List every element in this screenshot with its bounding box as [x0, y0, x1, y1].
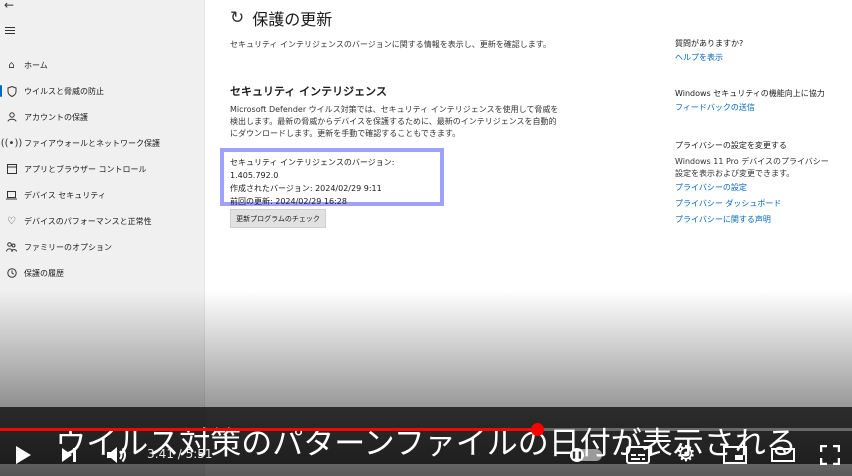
- time-display: 3:41 / 5:51: [147, 447, 213, 461]
- progress-played: [0, 428, 537, 431]
- sidebar-item-virus-protection[interactable]: ウイルスと脅威の防止: [0, 78, 205, 104]
- miniplayer-icon[interactable]: [723, 444, 747, 466]
- subtitles-icon[interactable]: [626, 444, 650, 466]
- heart-icon: ♡: [7, 215, 16, 227]
- sidebar-item-label: ファイアウォールとネットワーク保護: [24, 138, 160, 148]
- sidebar-item-firewall[interactable]: ((•)) ファイアウォールとネットワーク保護: [0, 130, 205, 156]
- person-icon: [6, 112, 17, 123]
- volume-icon[interactable]: [106, 444, 128, 466]
- theater-icon[interactable]: [771, 444, 795, 466]
- feedback-link[interactable]: フィードバックの送信: [675, 100, 845, 116]
- arrow-left-icon[interactable]: ←: [4, 0, 20, 12]
- history-icon: [6, 268, 17, 279]
- wifi-icon: ((•)): [0, 137, 23, 149]
- sidebar-item-label: ファミリーのオプション: [24, 242, 112, 252]
- pause-icon: ❚❚: [570, 448, 584, 462]
- sidebar-item-history[interactable]: 保護の履歴: [0, 260, 205, 286]
- laptop-icon: [6, 190, 17, 201]
- settings-icon[interactable]: ⚙: [675, 444, 697, 466]
- family-icon: [6, 242, 17, 253]
- sidebar-item-label: ホーム: [24, 60, 48, 70]
- help-link[interactable]: ヘルプを表示: [675, 50, 845, 66]
- last-update-line: 前回の更新: 2024/02/29 16:28: [230, 197, 347, 206]
- sidebar-item-app-browser[interactable]: アプリとブラウザー コントロール: [0, 156, 205, 182]
- version-info-highlight: セキュリティ インテリジェンスのバージョン: 1.405.792.0 作成された…: [220, 148, 444, 206]
- sidebar-item-label: デバイスのパフォーマンスと正常性: [24, 216, 152, 226]
- question-heading: 質問がありますか?: [675, 39, 744, 48]
- sidebar-item-label: アプリとブラウザー コントロール: [24, 164, 147, 174]
- improve-heading: Windows セキュリティの機能向上に協力: [675, 89, 825, 98]
- sidebar-item-device-security[interactable]: デバイス セキュリティ: [0, 182, 205, 208]
- page-title-text: 保護の更新: [252, 10, 333, 29]
- sidebar-nav: ⌂ ホーム ウイルスと脅威の防止 アカウントの保護 ((•)) ファイアウォール…: [0, 52, 205, 286]
- section-description: Microsoft Defender ウイルス対策では、セキュリティ インテリジ…: [230, 105, 559, 138]
- sidebar-item-label: ウイルスと脅威の防止: [24, 86, 104, 96]
- fullscreen-icon[interactable]: [818, 444, 842, 466]
- section-title: セキュリティ インテリジェンス: [230, 85, 387, 98]
- autoplay-toggle[interactable]: ❚❚: [570, 448, 602, 462]
- check-updates-button[interactable]: 更新プログラムのチェック: [230, 209, 326, 228]
- refresh-icon: ↻: [230, 8, 245, 28]
- privacy-settings-link[interactable]: プライバシーの設定: [675, 180, 845, 196]
- created-line: 作成されたバージョン: 2024/02/29 9:11: [230, 184, 382, 193]
- privacy-heading: プライバシーの設定を変更する: [675, 141, 787, 150]
- sidebar-item-account[interactable]: アカウントの保護: [0, 104, 205, 130]
- play-icon[interactable]: [12, 444, 34, 466]
- sidebar-item-family[interactable]: ファミリーのオプション: [0, 234, 205, 260]
- page-subtitle: セキュリティ インテリジェンスのバージョンに関する情報を表示し、更新を確認します…: [230, 40, 551, 49]
- shield-icon: [6, 85, 17, 97]
- sidebar-item-label: アカウントの保護: [24, 112, 88, 122]
- progress-bar[interactable]: [0, 423, 852, 436]
- side-panel: 質問がありますか? ヘルプを表示 Windows セキュリティの機能向上に協力 …: [675, 38, 845, 228]
- page-title: ↻ 保護の更新: [230, 6, 332, 30]
- home-icon: ⌂: [8, 59, 15, 71]
- scrubber-handle[interactable]: [531, 423, 544, 436]
- privacy-dashboard-link[interactable]: プライバシー ダッシュボード: [675, 196, 845, 212]
- sidebar-item-label: デバイス セキュリティ: [24, 190, 106, 200]
- sidebar-item-home[interactable]: ⌂ ホーム: [0, 52, 205, 78]
- version-line: セキュリティ インテリジェンスのバージョン: 1.405.792.0: [230, 158, 395, 180]
- privacy-text: Windows 11 Pro デバイスのプライバシー設定を表示および変更できます…: [675, 157, 829, 178]
- next-icon[interactable]: [58, 444, 80, 466]
- sidebar-item-label: 保護の履歴: [24, 268, 64, 278]
- player-controls: 3:41 / 5:51 ❚❚ ⚙: [0, 436, 852, 476]
- window-icon: [6, 164, 17, 175]
- sidebar-item-device-performance[interactable]: ♡ デバイスのパフォーマンスと正常性: [0, 208, 205, 234]
- privacy-statement-link[interactable]: プライバシーに関する声明: [675, 212, 845, 228]
- hamburger-icon[interactable]: [5, 27, 15, 35]
